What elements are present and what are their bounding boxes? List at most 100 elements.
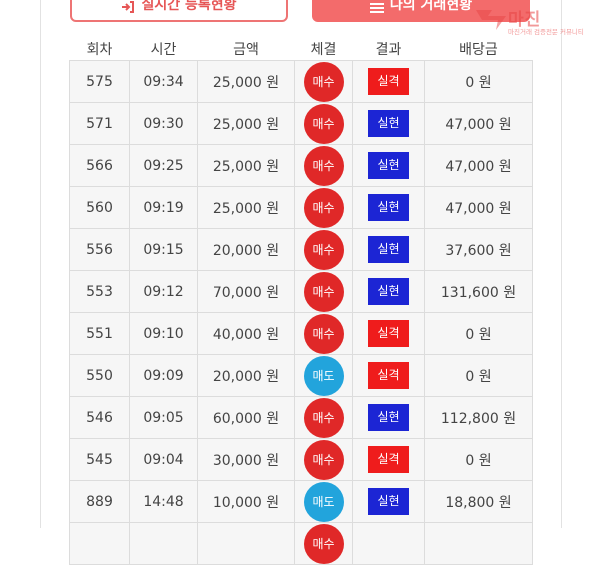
round-cell bbox=[69, 522, 130, 565]
realtime-registration-button[interactable]: 실시간 등록현황 bbox=[70, 0, 288, 22]
trade-type-badge: 매수 bbox=[303, 439, 344, 480]
trade-type-badge: 매수 bbox=[303, 229, 344, 270]
result-badge: 실현 bbox=[368, 236, 409, 263]
time-cell: 09:04 bbox=[129, 438, 198, 481]
trade-cell: 매수 bbox=[294, 60, 353, 103]
payout-cell: 131,600 원 bbox=[424, 270, 533, 313]
trade-type-badge: 매수 bbox=[303, 187, 344, 228]
time-cell bbox=[129, 522, 198, 565]
amount-cell: 70,000 원 bbox=[197, 270, 295, 313]
result-badge: 실현 bbox=[368, 278, 409, 305]
payout-cell: 47,000 원 bbox=[424, 144, 533, 187]
result-badge: 실격 bbox=[368, 320, 409, 347]
result-cell: 실현 bbox=[352, 228, 425, 271]
column-header-payout: 배당금 bbox=[459, 42, 498, 58]
column-header-time: 시간 bbox=[150, 42, 177, 58]
trade-type-badge: 매수 bbox=[303, 61, 344, 102]
login-arrow-icon bbox=[122, 1, 135, 13]
result-cell: 실현 bbox=[352, 102, 425, 145]
result-cell: 실격 bbox=[352, 354, 425, 397]
result-cell: 실현 bbox=[352, 480, 425, 523]
time-cell: 09:10 bbox=[129, 312, 198, 355]
column-header-trade: 체결 bbox=[310, 42, 337, 58]
payout-cell: 0 원 bbox=[424, 312, 533, 355]
table-row: 545 09:04 30,000 원 매수 실격 0 원 bbox=[69, 438, 533, 481]
round-cell: 575 bbox=[69, 60, 130, 103]
result-badge: 실현 bbox=[368, 194, 409, 221]
table-row: 546 09:05 60,000 원 매수 실현 112,800 원 bbox=[69, 396, 533, 439]
trade-cell: 매수 bbox=[294, 312, 353, 355]
amount-cell: 25,000 원 bbox=[197, 60, 295, 103]
my-trades-label: 나의 거래현황 bbox=[389, 0, 473, 13]
round-cell: 566 bbox=[69, 144, 130, 187]
result-badge: 실격 bbox=[368, 446, 409, 473]
realtime-registration-label: 실시간 등록현황 bbox=[141, 0, 237, 13]
table-row: 550 09:09 20,000 원 매도 실격 0 원 bbox=[69, 354, 533, 397]
trade-type-badge: 매수 bbox=[303, 271, 344, 312]
round-cell: 553 bbox=[69, 270, 130, 313]
table-row: 매수 bbox=[69, 522, 533, 565]
trade-cell: 매도 bbox=[294, 480, 353, 523]
trade-results-table: 회차 시간 금액 체결 결과 배당금 575 09:34 25,000 원 매수 실격 0… bbox=[69, 38, 533, 565]
time-cell: 09:19 bbox=[129, 186, 198, 229]
trade-type-badge: 매수 bbox=[303, 397, 344, 438]
trade-type-badge: 매수 bbox=[303, 523, 344, 564]
site-watermark-logo: 마진 마진거래 검증전문 커뮤니티 bbox=[474, 4, 598, 38]
payout-cell: 0 원 bbox=[424, 60, 533, 103]
payout-cell: 18,800 원 bbox=[424, 480, 533, 523]
table-row: 556 09:15 20,000 원 매수 실현 37,600 원 bbox=[69, 228, 533, 271]
time-cell: 09:25 bbox=[129, 144, 198, 187]
result-cell: 실격 bbox=[352, 438, 425, 481]
time-cell: 09:34 bbox=[129, 60, 198, 103]
table-row: 566 09:25 25,000 원 매수 실현 47,000 원 bbox=[69, 144, 533, 187]
trade-type-badge: 매도 bbox=[303, 481, 344, 522]
column-header-amount: 금액 bbox=[233, 42, 259, 58]
trade-cell: 매수 bbox=[294, 396, 353, 439]
round-cell: 889 bbox=[69, 480, 130, 523]
column-header-result: 결과 bbox=[375, 42, 402, 58]
amount-cell: 25,000 원 bbox=[197, 102, 295, 145]
list-icon bbox=[369, 3, 384, 13]
time-cell: 14:48 bbox=[129, 480, 198, 523]
trade-cell: 매수 bbox=[294, 102, 353, 145]
trade-cell: 매수 bbox=[294, 186, 353, 229]
table-body: 575 09:34 25,000 원 매수 실격 0 원 571 09:30 25,000 원매… bbox=[69, 60, 533, 565]
round-cell: 571 bbox=[69, 102, 130, 145]
round-cell: 551 bbox=[69, 312, 130, 355]
result-badge: 실현 bbox=[368, 404, 409, 431]
trade-cell: 매수 bbox=[294, 522, 353, 565]
amount-cell: 60,000 원 bbox=[197, 396, 295, 439]
time-cell: 09:09 bbox=[129, 354, 198, 397]
trade-type-badge: 매수 bbox=[303, 313, 344, 354]
table-row: 560 09:19 25,000 원 매수 실현 47,000 원 bbox=[69, 186, 533, 229]
result-badge: 실격 bbox=[368, 362, 409, 389]
table-row: 575 09:34 25,000 원 매수 실격 0 원 bbox=[69, 60, 533, 103]
trade-cell: 매도 bbox=[294, 354, 353, 397]
table-row: 551 09:10 40,000 원 매수 실격 0 원 bbox=[69, 312, 533, 355]
table-row: 889 14:48 10,000 원 매도 실현 18,800 원 bbox=[69, 480, 533, 523]
table-row: 553 09:12 70,000 원 매수 실현 131,600 원 bbox=[69, 270, 533, 313]
result-cell: 실격 bbox=[352, 60, 425, 103]
result-cell: 실현 bbox=[352, 144, 425, 187]
result-badge: 실현 bbox=[368, 110, 409, 137]
result-cell: 실현 bbox=[352, 270, 425, 313]
amount-cell: 40,000 원 bbox=[197, 312, 295, 355]
amount-cell: 30,000 원 bbox=[197, 438, 295, 481]
payout-cell: 0 원 bbox=[424, 438, 533, 481]
time-cell: 09:15 bbox=[129, 228, 198, 271]
trade-type-badge: 매수 bbox=[303, 145, 344, 186]
amount-cell: 25,000 원 bbox=[197, 186, 295, 229]
payout-cell: 0 원 bbox=[424, 354, 533, 397]
trade-cell: 매수 bbox=[294, 228, 353, 271]
trade-cell: 매수 bbox=[294, 270, 353, 313]
result-badge: 실현 bbox=[368, 152, 409, 179]
round-cell: 545 bbox=[69, 438, 130, 481]
amount-cell: 20,000 원 bbox=[197, 228, 295, 271]
result-cell: 실현 bbox=[352, 396, 425, 439]
result-cell bbox=[352, 522, 425, 565]
logo-mark-icon bbox=[476, 10, 506, 30]
trade-cell: 매수 bbox=[294, 438, 353, 481]
result-cell: 실현 bbox=[352, 186, 425, 229]
amount-cell bbox=[197, 522, 295, 565]
result-badge: 실격 bbox=[368, 68, 409, 95]
